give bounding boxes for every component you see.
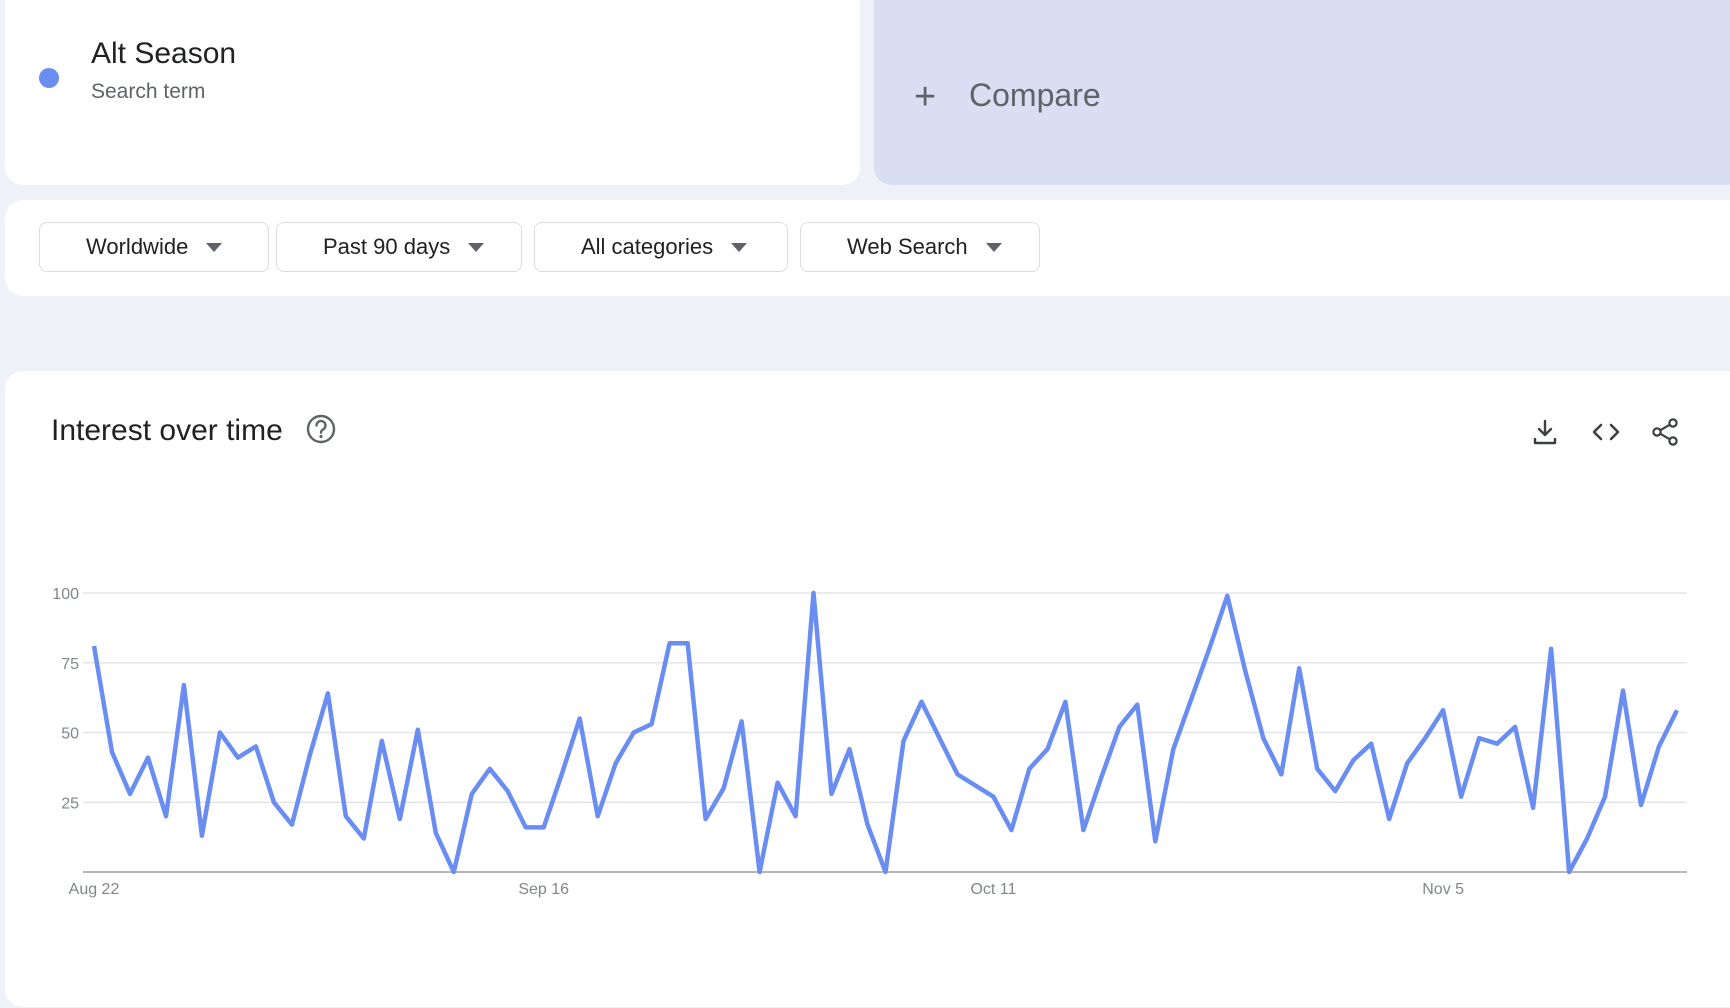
y-tick-label: 25 bbox=[61, 795, 79, 812]
search-type-dropdown[interactable]: Web Search bbox=[800, 222, 1040, 272]
search-term-type: Search term bbox=[91, 80, 206, 103]
x-tick-label: Oct 11 bbox=[970, 881, 1016, 898]
plus-icon: + bbox=[914, 76, 937, 118]
series-color-dot bbox=[39, 68, 59, 88]
category-dropdown-label: All categories bbox=[581, 234, 714, 259]
compare-button[interactable]: + Compare bbox=[874, 0, 1730, 185]
region-dropdown[interactable]: Worldwide bbox=[39, 222, 269, 272]
category-dropdown[interactable]: All categories bbox=[534, 222, 788, 272]
interest-line-chart: 25 50 75 100 Aug 22 Sep 16 Oct 11 Nov 5 bbox=[52, 586, 1687, 898]
interest-over-time-panel: Interest over time 25 50 75 100 Aug 22 Sep 16… bbox=[5, 371, 1730, 1007]
filters-bar: Worldwide Past 90 days All categories We… bbox=[5, 200, 1730, 296]
region-dropdown-label: Worldwide bbox=[86, 234, 189, 259]
dropdown-caret-icon bbox=[206, 242, 223, 252]
y-tick-label: 50 bbox=[61, 726, 79, 743]
x-tick-label: Sep 16 bbox=[518, 881, 569, 898]
dropdown-caret-icon bbox=[468, 242, 485, 252]
search-term-name[interactable]: Alt Season bbox=[91, 37, 236, 71]
x-tick-label: Nov 5 bbox=[1422, 881, 1464, 898]
time-range-dropdown[interactable]: Past 90 days bbox=[276, 222, 522, 272]
y-tick-label: 75 bbox=[61, 656, 79, 673]
dropdown-caret-icon bbox=[985, 242, 1002, 252]
search-type-dropdown-label: Web Search bbox=[847, 234, 968, 259]
time-range-dropdown-label: Past 90 days bbox=[323, 234, 451, 259]
y-tick-label: 100 bbox=[52, 586, 79, 603]
search-term-card[interactable]: Alt Season Search term bbox=[5, 0, 860, 185]
compare-label: Compare bbox=[969, 77, 1101, 113]
dropdown-caret-icon bbox=[731, 242, 748, 252]
x-tick-label: Aug 22 bbox=[69, 881, 120, 898]
